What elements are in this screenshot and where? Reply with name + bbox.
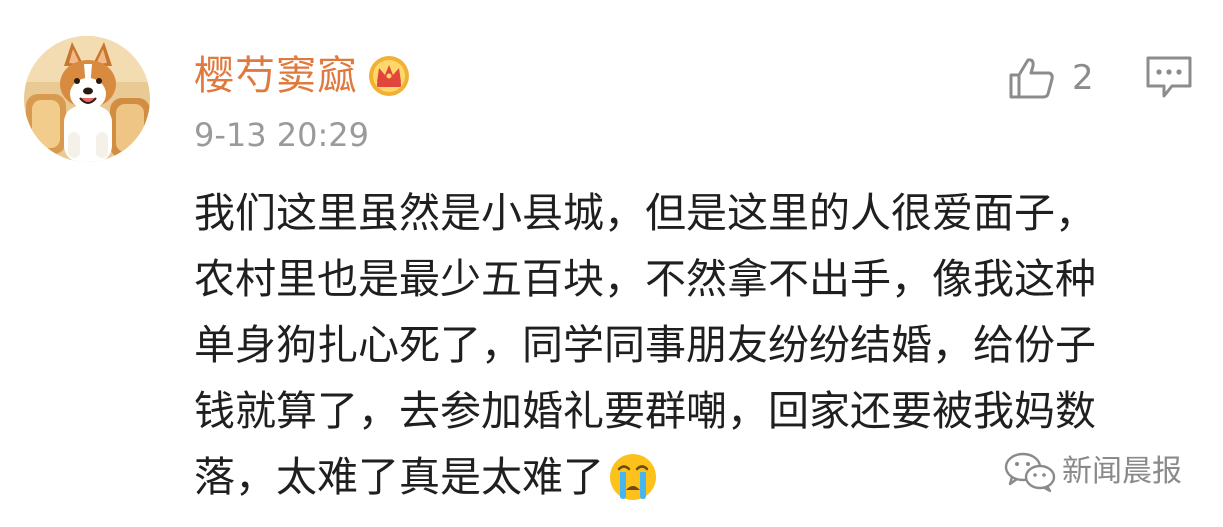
- comment-line: 单身狗扎心死了，同学同事朋友纷纷结婚，给份子: [194, 321, 1096, 369]
- comment-line: 农村里也是最少五百块，不然拿不出手，像我这种: [194, 255, 1096, 303]
- vip-crown-icon: [369, 56, 409, 96]
- comment-line: 我们这里虽然是小县城，但是这里的人很爱面子，: [194, 189, 1096, 237]
- comment-icon: [1146, 56, 1192, 98]
- wechat-icon: [1004, 452, 1056, 493]
- watermark-text: 新闻晨报: [1062, 454, 1182, 489]
- corgi-avatar: [24, 36, 150, 162]
- comment-line: 钱就算了，去参加婚礼要群嘲，回家还要被我妈数: [194, 387, 1096, 435]
- like-count: 2: [1072, 58, 1094, 98]
- like-button[interactable]: 2: [1008, 52, 1094, 104]
- crying-face-emoji: [610, 454, 656, 500]
- author-row: 樱芍窦窳: [194, 48, 410, 104]
- comment-card: 樱芍窦窳 9-13 20:29 2 我们这里虽然是小县城，但是这里的人很爱面子，…: [0, 0, 1223, 527]
- comment-line: 落，太难了真是太难了: [194, 453, 604, 501]
- username[interactable]: 樱芍窦窳: [194, 48, 358, 104]
- reply-button[interactable]: [1144, 54, 1194, 100]
- thumbs-up-icon: [1009, 58, 1054, 99]
- avatar[interactable]: [24, 36, 150, 162]
- source-watermark: 新闻晨报: [1004, 448, 1182, 496]
- comment-timestamp: 9-13 20:29: [194, 116, 370, 154]
